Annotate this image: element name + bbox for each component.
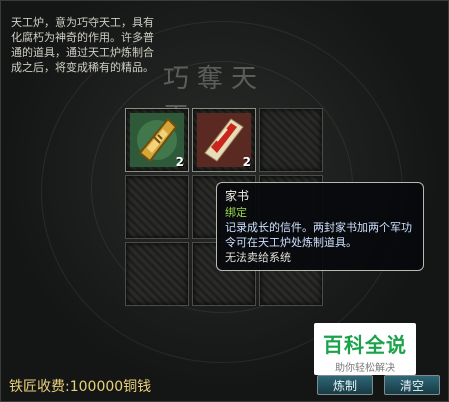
item-tooltip: 家书 绑定 记录成长的信件。两封家书加两个军功令可在天工炉处炼制道具。 无法卖给… bbox=[216, 182, 424, 271]
crafting-slot[interactable] bbox=[125, 242, 189, 306]
watermark-main-text: 百科全说 bbox=[323, 333, 407, 357]
tooltip-note: 无法卖给系统 bbox=[225, 251, 291, 264]
craft-button[interactable]: 炼制 bbox=[317, 375, 373, 395]
blacksmith-fee: 铁匠收费:100000铜钱 bbox=[9, 379, 152, 395]
clear-button[interactable]: 清空 bbox=[384, 375, 440, 395]
tooltip-description: 记录成长的信件。两封家书加两个军功令可在天工炉处炼制道具。 bbox=[225, 221, 412, 249]
forge-description: 天工炉，意为巧夺天工，具有化腐朽为神奇的作用。许多普通的道具，通过天工炉炼制合成… bbox=[11, 16, 154, 74]
forge-panel: 天工炉，意为巧夺天工，具有化腐朽为神奇的作用。许多普通的道具，通过天工炉炼制合成… bbox=[0, 0, 449, 402]
watermark-logo: 百科全说 助你轻松解决 bbox=[314, 323, 416, 375]
crafting-slot[interactable] bbox=[125, 175, 189, 239]
watermark-sub-text: 助你轻松解决 bbox=[335, 363, 395, 374]
tooltip-bound-status: 绑定 bbox=[225, 206, 247, 219]
crafting-slot[interactable]: 2 bbox=[192, 108, 256, 172]
item-count: 2 bbox=[175, 155, 184, 169]
crafting-slot[interactable]: 2 bbox=[125, 108, 189, 172]
crafting-slot[interactable] bbox=[259, 108, 323, 172]
item-count: 2 bbox=[242, 155, 251, 169]
tooltip-title: 家书 bbox=[225, 189, 250, 203]
